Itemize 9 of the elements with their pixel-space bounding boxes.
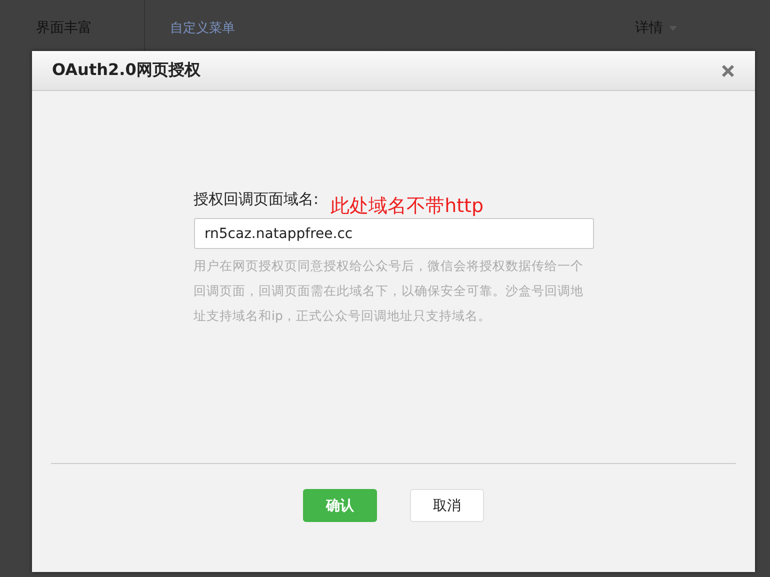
dialog-title: OAuth2.0网页授权 [52,60,200,81]
hint-text: 用户在网页授权页同意授权给公众号后，微信会将授权数据传给一个回调页面，回调页面需在此域名下，以确保安全可靠。沙盒号回调地址支持域名和ip，正式公众号回调地址只支持域名。 [194,257,584,325]
domain-input-field[interactable]: rn5caz.natappfree.cc [194,218,594,249]
annotation-text: 此处域名不带http [330,194,484,219]
cancel-button[interactable]: 取消 [410,489,484,522]
menu-link[interactable]: 自定义菜单 [170,21,235,36]
confirm-button[interactable]: 确认 [303,489,377,522]
close-icon[interactable] [721,64,735,78]
field-label: 授权回调页面域名: [194,190,319,210]
